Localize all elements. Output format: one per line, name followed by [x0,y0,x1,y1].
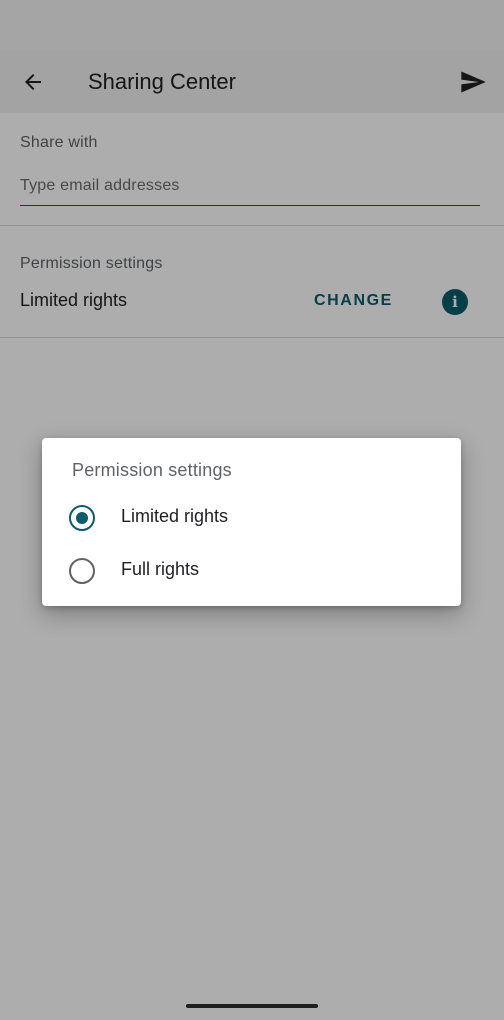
option-full-rights[interactable]: Full rights [42,544,461,596]
gesture-nav-handle[interactable] [186,1004,318,1008]
option-label: Limited rights [121,506,229,526]
permission-dialog: Permission settings Limited rights Full … [42,438,461,606]
radio-button-unchecked[interactable] [69,558,95,584]
option-label: Full rights [121,559,200,579]
radio-button-checked[interactable] [69,505,95,531]
option-limited-rights[interactable]: Limited rights [42,491,461,543]
dialog-title: Permission settings [72,460,232,480]
